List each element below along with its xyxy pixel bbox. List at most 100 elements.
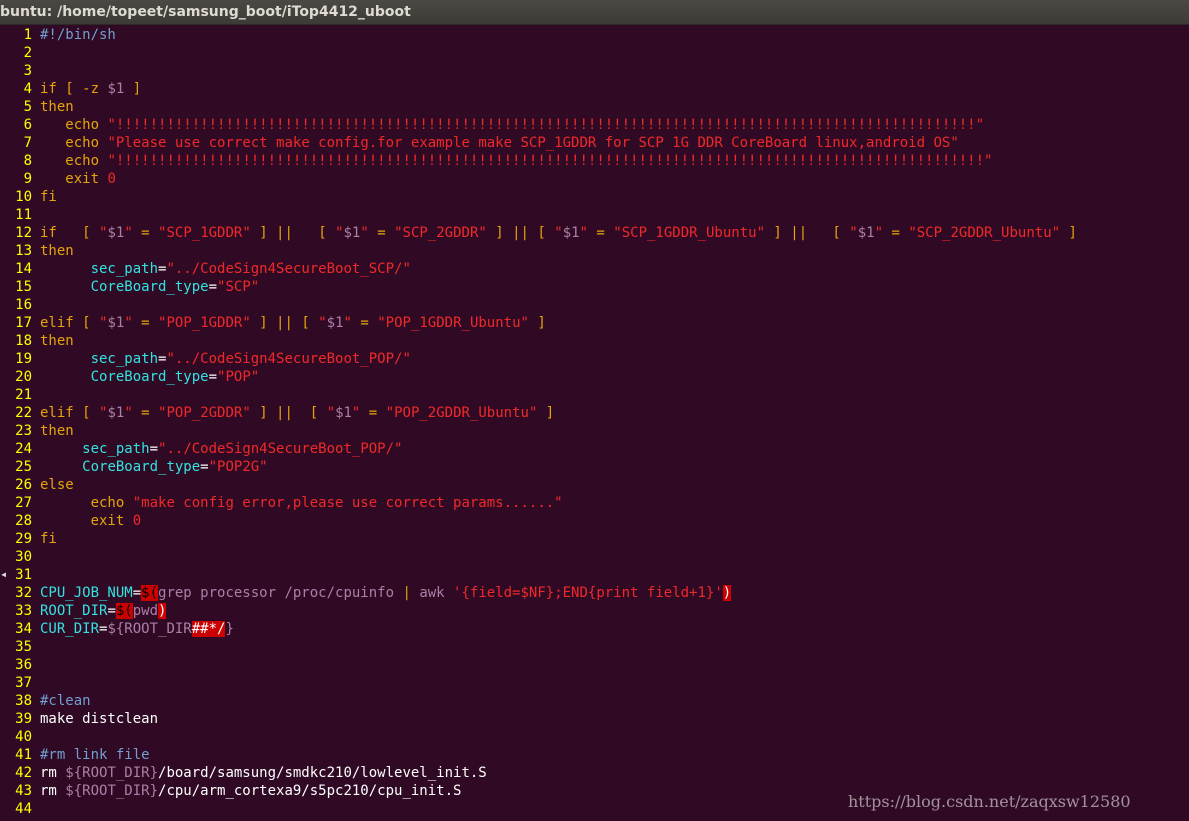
line-number: 3 <box>23 63 32 79</box>
code-line[interactable]: 6 echo "!!!!!!!!!!!!!!!!!!!!!!!!!!!!!!!!… <box>0 116 1189 134</box>
line-number: 12 <box>15 225 32 241</box>
code-line[interactable]: 39 make distclean <box>0 710 1189 728</box>
line-number: 8 <box>23 153 32 169</box>
code-line[interactable]: 34 CUR_DIR=${ROOT_DIR##*/} <box>0 620 1189 638</box>
code-token: #!/bin/sh <box>40 27 116 43</box>
code-token: 0 <box>132 513 142 529</box>
code-line[interactable]: 15 CoreBoard_type="SCP" <box>0 278 1189 296</box>
code-token: ] <box>1060 225 1077 241</box>
code-line[interactable]: 28 exit 0 <box>0 512 1189 530</box>
code-line[interactable]: 5 then <box>0 98 1189 116</box>
line-number: 11 <box>15 207 32 223</box>
code-token: ] || [ <box>250 315 319 331</box>
line-number: 10 <box>15 189 32 205</box>
code-editor[interactable]: 1 #!/bin/sh 2 3 4 if [ -z $1 ] 5 then 6 echo "!!… <box>0 26 1189 821</box>
code-line[interactable]: 16 <box>0 296 1189 314</box>
code-token: " <box>579 225 588 241</box>
code-line[interactable]: 1 #!/bin/sh <box>0 26 1189 44</box>
code-line[interactable]: 41 #rm link file <box>0 746 1189 764</box>
code-line[interactable]: 22 elif [ "$1" = "POP_2GDDR" ] || [ "$1" … <box>0 404 1189 422</box>
code-line[interactable]: 30 <box>0 548 1189 566</box>
code-line[interactable]: 25 CoreBoard_type="POP2G" <box>0 458 1189 476</box>
code-line[interactable]: 9 exit 0 <box>0 170 1189 188</box>
line-number: 44 <box>15 801 32 817</box>
code-line[interactable]: 37 <box>0 674 1189 692</box>
line-number: 39 <box>15 711 32 727</box>
window-titlebar[interactable]: buntu: /home/topeet/samsung_boot/iTop441… <box>0 0 1189 25</box>
code-line[interactable]: 17 elif [ "$1" = "POP_1GDDR" ] || [ "$1" … <box>0 314 1189 332</box>
line-number: 20 <box>15 369 32 385</box>
code-token: ) <box>722 585 732 601</box>
code-token: = <box>208 279 218 295</box>
code-line[interactable]: 32 CPU_JOB_NUM=$(grep processor /proc/cpu… <box>0 584 1189 602</box>
code-token: /board/samsung/smdkc210/lowlevel_init.S <box>158 765 487 781</box>
code-line[interactable]: 14 sec_path="../CodeSign4SecureBoot_SCP/… <box>0 260 1189 278</box>
code-line[interactable]: 20 CoreBoard_type="POP" <box>0 368 1189 386</box>
code-line[interactable]: 19 sec_path="../CodeSign4SecureBoot_POP/… <box>0 350 1189 368</box>
code-line[interactable]: 38 #clean <box>0 692 1189 710</box>
code-line[interactable]: 23 then <box>0 422 1189 440</box>
code-token: "POP_1GDDR_Ubuntu" <box>377 315 529 331</box>
code-line[interactable]: 33 ROOT_DIR=$(pwd) <box>0 602 1189 620</box>
line-number: 5 <box>23 99 32 115</box>
code-line[interactable]: 40 <box>0 728 1189 746</box>
code-line[interactable]: 35 <box>0 638 1189 656</box>
code-token: = <box>149 441 159 457</box>
code-line[interactable]: 3 <box>0 62 1189 80</box>
code-token: awk <box>410 585 454 601</box>
code-line[interactable]: 11 <box>0 206 1189 224</box>
code-line[interactable]: 21 <box>0 386 1189 404</box>
code-token: '{field=$NF};END{print field+1}' <box>453 585 723 601</box>
code-token: ${ROOT_DIR} <box>65 765 159 781</box>
code-line[interactable]: 10 fi <box>0 188 1189 206</box>
code-token: = <box>200 459 209 475</box>
code-line[interactable]: 4 if [ -z $1 ] <box>0 80 1189 98</box>
code-token: $1 <box>562 225 580 241</box>
code-token: elif [ <box>40 315 100 331</box>
code-token: /cpu/arm_cortexa9/s5pc210/cpu_init.S <box>158 783 462 799</box>
line-number: 22 <box>15 405 32 421</box>
code-token: } <box>225 621 234 637</box>
code-token: ] <box>528 315 546 331</box>
code-token: = <box>132 405 159 421</box>
code-token: else <box>40 477 74 493</box>
code-token: "!!!!!!!!!!!!!!!!!!!!!!!!!!!!!!!!!!!!!!!… <box>107 153 993 169</box>
watermark: https://blog.csdn.net/zaqxsw12580 <box>848 792 1131 811</box>
code-line[interactable]: 29 fi <box>0 530 1189 548</box>
line-number: 23 <box>15 423 32 439</box>
code-line[interactable]: 2 <box>0 44 1189 62</box>
line-number: 2 <box>23 45 32 61</box>
code-token: CoreBoard_type <box>90 369 209 385</box>
code-token: if [ -z <box>40 81 108 97</box>
code-token: " <box>554 225 563 241</box>
line-number: 15 <box>15 279 32 295</box>
code-line[interactable]: 42 rm ${ROOT_DIR}/board/samsung/smdkc210/… <box>0 764 1189 782</box>
code-token: exit <box>65 171 108 187</box>
code-token: " <box>326 405 336 421</box>
code-token: sec_path <box>90 351 159 367</box>
code-line[interactable]: 36 <box>0 656 1189 674</box>
code-line[interactable]: 31 <box>0 566 1189 584</box>
line-number: 7 <box>23 135 32 151</box>
code-token: = <box>360 405 386 421</box>
line-number: 37 <box>15 675 32 691</box>
code-line[interactable]: 13 then <box>0 242 1189 260</box>
code-token: ##*/ <box>191 621 226 637</box>
code-line[interactable]: 7 echo "Please use correct make config.f… <box>0 134 1189 152</box>
line-number: 33 <box>15 603 32 619</box>
line-number: 26 <box>15 477 32 493</box>
code-token: $1 <box>107 225 125 241</box>
code-line[interactable]: 12 if [ "$1" = "SCP_1GDDR" ] || [ "$1" = … <box>0 224 1189 242</box>
code-line[interactable]: 24 sec_path="../CodeSign4SecureBoot_POP/… <box>0 440 1189 458</box>
line-number: 1 <box>23 27 32 43</box>
line-number: 25 <box>15 459 32 475</box>
code-token: = <box>883 225 909 241</box>
code-line[interactable]: 26 else <box>0 476 1189 494</box>
code-token: ${ROOT_DIR <box>107 621 192 637</box>
code-line[interactable]: 27 echo "make config error,please use co… <box>0 494 1189 512</box>
code-line[interactable]: 8 echo "!!!!!!!!!!!!!!!!!!!!!!!!!!!!!!!!… <box>0 152 1189 170</box>
code-token: CUR_DIR <box>40 621 100 637</box>
code-token: "make config error,please use correct pa… <box>132 495 563 511</box>
code-line[interactable]: 18 then <box>0 332 1189 350</box>
